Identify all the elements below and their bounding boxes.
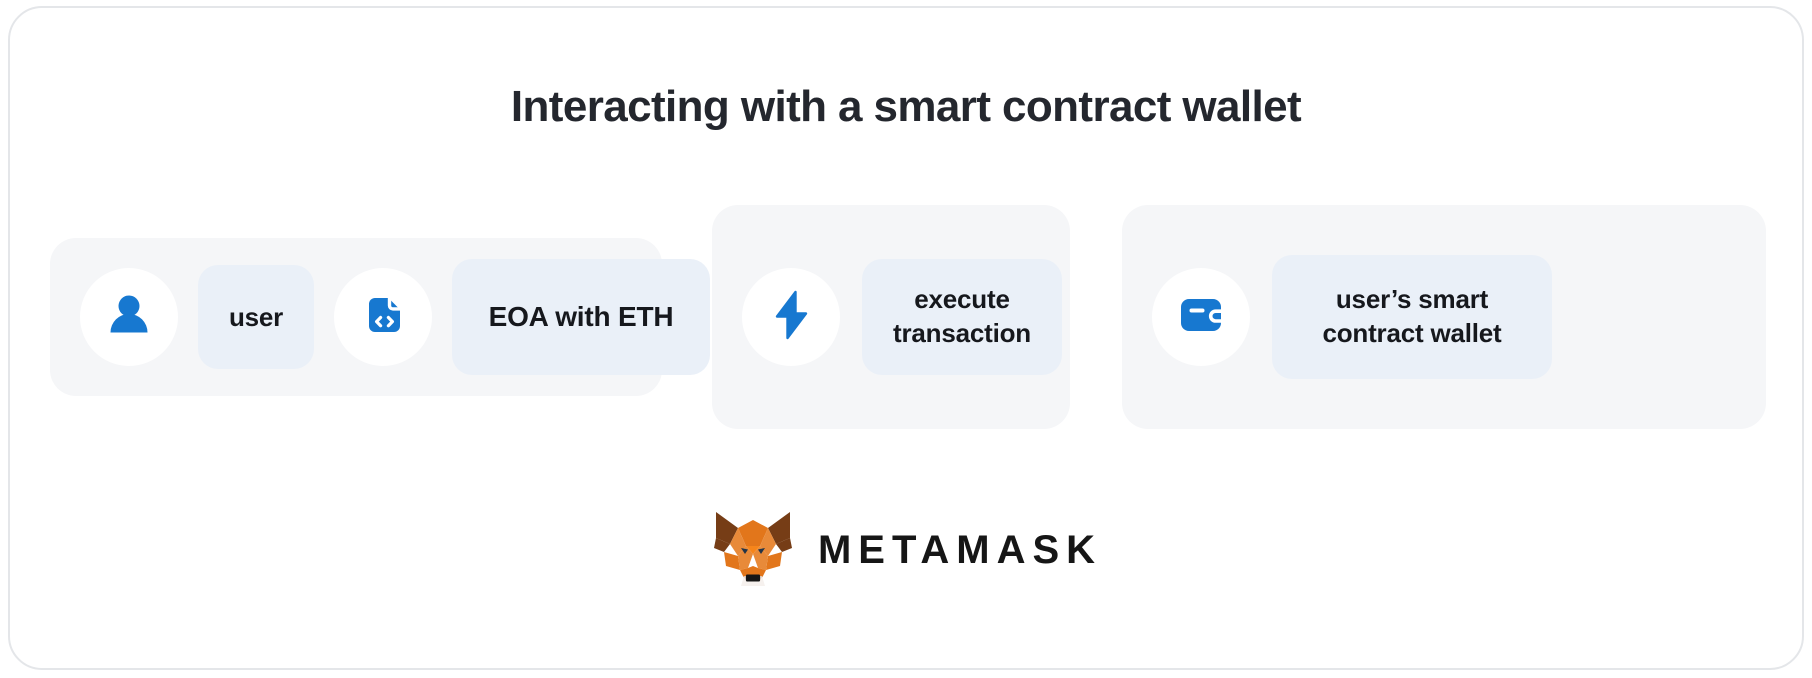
label-eoa-with-eth-text: EOA with ETH xyxy=(488,301,674,332)
label-execute-transaction-text: execute transaction xyxy=(893,283,1031,351)
label-user: user xyxy=(198,265,314,369)
metamask-brand: METAMASK xyxy=(0,508,1812,593)
smart-contract-code-icon xyxy=(358,290,408,345)
flow-group-smart-contract-wallet: user’s smart contract wallet xyxy=(1122,205,1766,429)
label-user-smart-contract-wallet: user’s smart contract wallet xyxy=(1272,255,1552,379)
wallet-icon-container xyxy=(1152,268,1250,366)
metamask-fox-logo xyxy=(710,508,796,593)
page-title: Interacting with a smart contract wallet xyxy=(510,82,1302,131)
flow-group-execute-transaction: execute transaction xyxy=(712,205,1070,429)
label-line-1: execute xyxy=(914,284,1010,315)
diagram-canvas: Interacting with a smart contract wallet… xyxy=(0,0,1812,678)
person-icon xyxy=(103,289,155,346)
flow-group-eoa: user EOA with ETH xyxy=(50,238,710,396)
label-eoa-with-eth: EOA with ETH xyxy=(452,259,710,375)
person-icon-container xyxy=(80,268,178,366)
label-line-2: contract wallet xyxy=(1322,318,1502,348)
wallet-icon xyxy=(1175,289,1227,346)
label-execute-transaction: execute transaction xyxy=(862,259,1062,375)
label-line-2: transaction xyxy=(893,318,1031,348)
smart-contract-code-icon-container xyxy=(334,268,432,366)
metamask-wordmark: METAMASK xyxy=(817,528,1103,572)
label-user-text: user xyxy=(228,301,284,332)
label-user-smart-contract-wallet-text: user’s smart contract wallet xyxy=(1322,283,1501,351)
lightning-bolt-icon xyxy=(768,289,814,346)
label-line-1: user’s smart xyxy=(1335,284,1489,315)
lightning-bolt-icon-container xyxy=(742,268,840,366)
flow-diagram: user EOA with ETH execute transaction us… xyxy=(0,190,1812,429)
